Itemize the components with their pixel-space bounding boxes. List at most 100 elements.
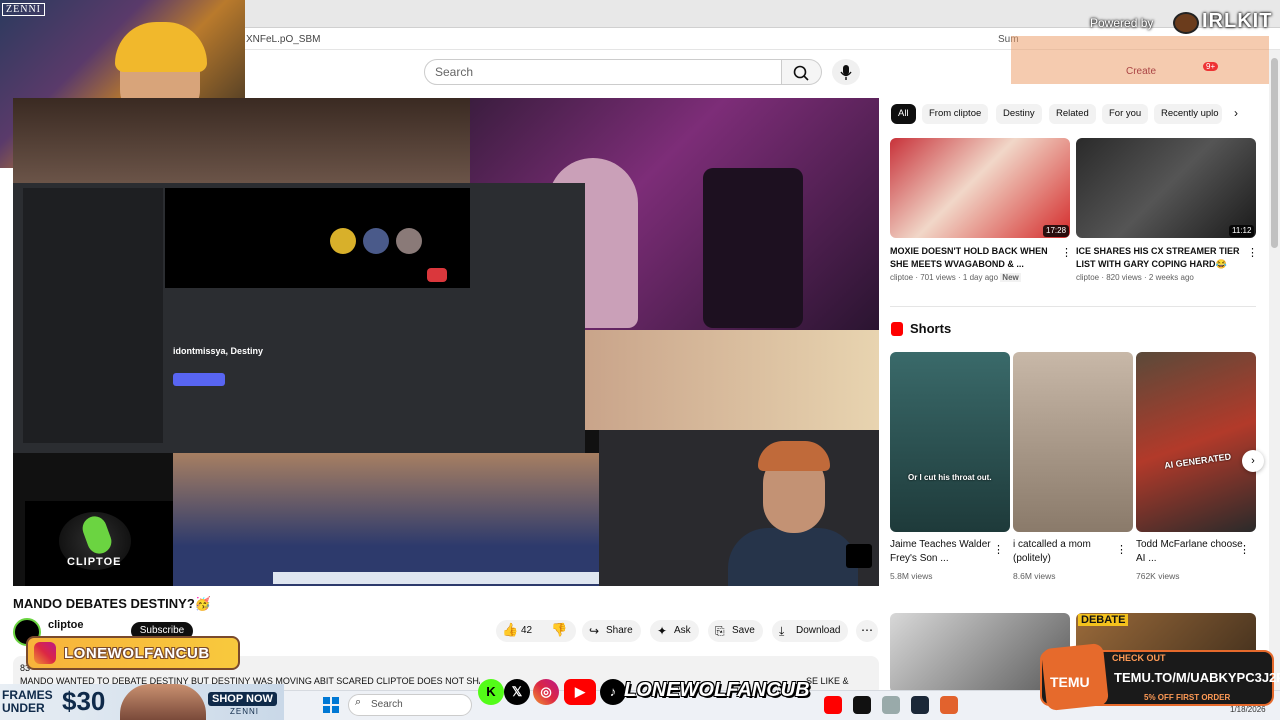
steam-app-icon[interactable] <box>911 696 929 714</box>
bookmark-icon: ⎘ <box>715 624 725 638</box>
short-thumbnail[interactable] <box>1013 352 1133 532</box>
scrollbar-thumb[interactable] <box>1271 58 1278 248</box>
powered-by-label: Powered by <box>1090 16 1154 30</box>
rec-stats: 701 views · 1 day ago <box>920 273 999 282</box>
short-thumbnail[interactable] <box>1136 352 1256 532</box>
short-title[interactable]: i catcalled a mom (politely) <box>1013 538 1121 566</box>
temu-check-out: CHECK OUT <box>1112 653 1166 663</box>
rec-thumbnail[interactable] <box>890 138 1070 238</box>
shorts-next-button[interactable]: › <box>1242 450 1264 472</box>
create-button[interactable]: Create <box>1126 66 1156 77</box>
short-thumbnail[interactable] <box>890 352 1010 532</box>
like-count: 42 <box>521 625 533 636</box>
short-views: 5.8M views <box>890 571 933 581</box>
kebab-icon[interactable]: ⋮ <box>1061 246 1072 259</box>
video-player[interactable]: idontmissya, Destiny CLIPTOE <box>13 98 879 586</box>
app-icon[interactable] <box>940 696 958 714</box>
chip-related[interactable]: Related <box>1049 104 1096 124</box>
search-input[interactable]: Search <box>424 59 782 85</box>
description-text-tail: SE LIKE & <box>806 676 849 686</box>
social-handle: LONEWOLFANCUB <box>624 679 810 701</box>
taskbar-date: 1/18/2026 <box>1230 705 1266 714</box>
cliptoe-logo-text: CLIPTOE <box>67 556 122 568</box>
instagram-icon <box>34 642 56 664</box>
windows-start-icon[interactable] <box>323 697 339 713</box>
short-title[interactable]: Jaime Teaches Walder Frey's Son ... <box>890 538 998 566</box>
ellipsis-icon: ⋯ <box>861 623 873 637</box>
short-title[interactable]: Todd McFarlane choose AI ... <box>1136 538 1244 566</box>
rec-duration: 11:12 <box>1229 225 1255 237</box>
video-neck-closeup <box>173 453 613 586</box>
hangup-icon <box>427 268 447 282</box>
chevron-right-icon: › <box>1251 455 1255 467</box>
tiktok-icon: ♪ <box>600 679 626 705</box>
rec-stats: 820 views · 2 weeks ago <box>1106 273 1194 282</box>
thumbs-down-icon[interactable]: 👎 <box>551 622 567 638</box>
youtube-app-icon[interactable] <box>824 696 842 714</box>
notifications-badge[interactable]: 9+ <box>1203 62 1219 71</box>
short-caption: Or I cut his throat out. <box>908 473 992 482</box>
kebab-icon[interactable]: ⋮ <box>1239 543 1250 556</box>
kebab-icon[interactable]: ⋮ <box>993 543 1004 556</box>
rec-channel[interactable]: cliptoe <box>890 273 913 282</box>
more-actions-button[interactable]: ⋯ <box>856 620 878 642</box>
short-views: 8.6M views <box>1013 571 1056 581</box>
chip-for-you[interactable]: For you <box>1102 104 1149 124</box>
video-man-hat <box>758 441 830 471</box>
chip-destiny[interactable]: Destiny <box>996 104 1042 124</box>
download-label: Download <box>796 625 841 636</box>
zenni-ad-text: FRAMES UNDER <box>2 689 53 715</box>
chevron-right-icon[interactable]: › <box>1234 106 1238 120</box>
temu-url: TEMU.TO/M/UABKYPC3J2P <box>1114 670 1280 685</box>
app-icon[interactable] <box>882 696 900 714</box>
zenni-price: $30 <box>62 686 106 716</box>
video-title: MANDO DEBATES DESTINY?🥳 <box>13 596 211 611</box>
shorts-icon <box>891 322 903 336</box>
taskbar-search[interactable]: Search <box>348 694 472 716</box>
divider <box>890 306 1256 307</box>
kebab-icon[interactable]: ⋮ <box>1116 543 1127 556</box>
rec-meta: cliptoe · 701 views · 1 day ago New <box>890 273 1021 282</box>
rec-channel[interactable]: cliptoe <box>1076 273 1099 282</box>
share-button[interactable]: ↪ Share <box>582 620 641 642</box>
rec-title[interactable]: ICE SHARES HIS CX STREAMER TIER LIST WIT… <box>1076 245 1242 271</box>
video-call-title: idontmissya, Destiny <box>173 346 264 356</box>
zenni-brand: ZENNI <box>230 707 259 716</box>
kick-icon: K <box>478 679 504 705</box>
save-label: Save <box>732 625 755 636</box>
rec-duration: 17:28 <box>1043 225 1070 237</box>
new-badge: New <box>1000 273 1021 282</box>
netflix-app-icon[interactable] <box>853 696 871 714</box>
video-invite-button <box>173 373 225 386</box>
cliptoe-small-logo <box>846 544 872 568</box>
chip-from-cliptoe[interactable]: From cliptoe <box>922 104 989 124</box>
video-discord-call <box>165 188 470 288</box>
rec-title[interactable]: MOXIE DOESN'T HOLD BACK WHEN SHE MEETS W… <box>890 245 1056 271</box>
temu-offer: 5% OFF FIRST ORDER <box>1144 693 1231 702</box>
video-hair-closeup <box>13 98 470 183</box>
ask-button[interactable]: ✦ Ask <box>650 620 699 642</box>
zenni-webcam-tag: ZENNI <box>2 3 45 16</box>
share-label: Share <box>606 625 633 636</box>
search-button[interactable] <box>782 59 822 85</box>
temu-logo-text: TEMU <box>1050 674 1090 690</box>
zenni-line2: UNDER <box>2 701 45 715</box>
channel-name[interactable]: cliptoe <box>48 619 83 631</box>
rec-thumbnail[interactable] <box>1076 138 1256 238</box>
thumbs-up-icon[interactable]: 👍 <box>502 622 518 638</box>
chip-recently-uploaded[interactable]: Recently uplo <box>1154 104 1222 124</box>
short-views: 762K views <box>1136 571 1180 581</box>
voice-search-button[interactable] <box>832 59 860 85</box>
save-button[interactable]: ⎘ Save <box>708 620 763 642</box>
kebab-icon[interactable]: ⋮ <box>1247 246 1258 259</box>
zenni-shop-now: SHOP NOW <box>208 692 277 706</box>
zenni-model-photo <box>120 684 206 720</box>
download-button[interactable]: ⤓ Download <box>772 620 849 642</box>
instagram-icon: ◎ <box>533 679 559 705</box>
chip-all[interactable]: All <box>891 104 916 124</box>
search-icon <box>793 65 809 81</box>
irlkit-brand: IRLKIT <box>1202 10 1273 32</box>
share-icon: ↪ <box>589 624 600 638</box>
call-avatar <box>363 228 389 254</box>
streamer-handle: LONEWOLFANCUB <box>64 645 210 662</box>
